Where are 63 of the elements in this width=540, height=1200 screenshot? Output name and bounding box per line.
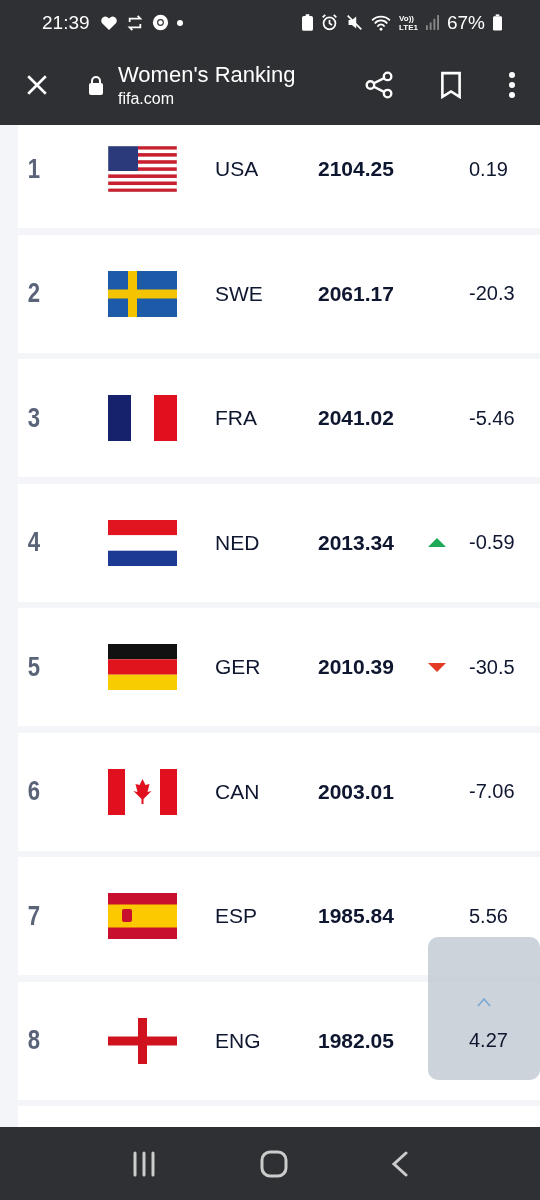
ranking-row[interactable]: 6 CAN 2003.01 -7.06 [18,732,540,851]
points-change: -5.46 [469,406,515,430]
ranking-row[interactable]: 2 SWE 2061.17 -20.3 [18,234,540,353]
ranking-row[interactable]: 3 FRA 2041.02 -5.46 [18,359,540,477]
points-value: 2003.01 [318,779,395,804]
battery-saver-icon [302,14,313,31]
caret-up-icon [477,997,491,1007]
rank-number: 2 [26,278,42,309]
rank-number: 7 [26,900,42,932]
clock-time: 21:39 [42,11,90,34]
mute-icon [346,14,363,31]
team-code: SWE [215,281,264,306]
heart-icon [99,14,118,31]
ranking-row[interactable]: 5 GER 2010.39 -30.5 [18,608,540,726]
points-value: 2061.17 [318,281,395,306]
ranking-row[interactable]: 1 USA 2104.25 0.19 [18,125,540,228]
team-code: USA [215,157,260,181]
ranking-row[interactable]: 4 NED 2013.34 -0.59 [18,483,540,602]
points-value: 2013.34 [318,530,395,555]
bookmark-icon [440,71,462,99]
points-change: 5.56 [469,904,508,928]
home-icon [260,1149,288,1178]
ranking-row[interactable]: 7 ESP 1985.84 5.56 [18,857,540,975]
team-code: GER [215,655,262,679]
recent-apps-icon [131,1150,158,1177]
repeat-icon [125,14,144,31]
rank-number: 3 [26,402,42,434]
rank-number: 1 [26,153,42,185]
points-value: 2041.02 [318,406,395,430]
lock-icon [88,75,104,95]
volte-label: Vo)) LTE1 [399,13,418,32]
close-icon [26,74,48,96]
points-change: -20.3 [469,282,515,305]
rank-number: 8 [26,1025,42,1056]
share-icon [364,70,394,100]
battery-icon [493,14,502,31]
points-value: 1982.05 [318,1028,395,1053]
rank-number: 5 [26,651,42,683]
team-code: NED [215,530,261,555]
points-value: 2104.25 [318,157,395,181]
points-value: 2010.39 [318,655,395,679]
points-change: -30.5 [469,655,515,679]
signal-icon [425,15,439,30]
rank-number: 6 [26,776,42,807]
team-code: FRA [215,406,258,430]
alarm-icon [321,14,338,31]
team-code: ENG [215,1028,262,1053]
wifi-icon [371,14,391,31]
page-url: fifa.com [118,90,175,108]
rank-number: 4 [26,527,42,558]
points-value: 1985.84 [318,904,395,928]
team-code: ESP [215,904,259,928]
dot-icon [176,19,183,26]
team-code: CAN [215,779,261,804]
points-change: -0.59 [469,531,515,554]
points-change: -7.06 [469,780,515,803]
page-title: Women's Ranking [118,62,297,88]
browser-icon [151,14,169,31]
battery-percent: 67% [446,11,485,34]
more-icon [508,72,516,98]
back-icon [390,1150,409,1177]
points-change: 0.19 [469,157,508,181]
points-change: 4.27 [469,1029,508,1052]
